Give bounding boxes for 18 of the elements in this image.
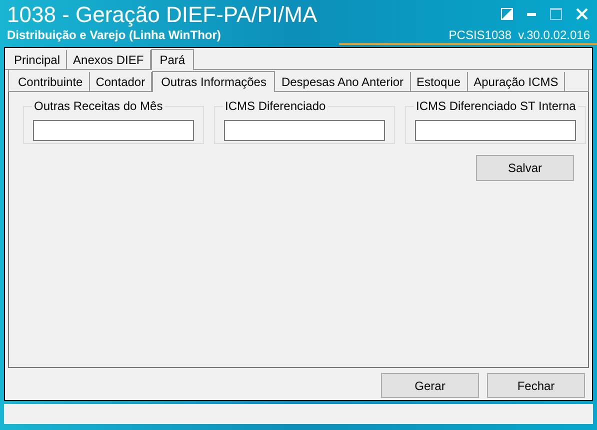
theme-icon[interactable] bbox=[501, 8, 513, 20]
input-field[interactable] bbox=[33, 120, 194, 140]
version-label: PCSIS1038 v.30.0.02.016 bbox=[338, 28, 597, 45]
save-button[interactable]: Salvar bbox=[476, 155, 574, 181]
tab[interactable]: Outras Informações bbox=[152, 71, 276, 92]
window-subtitle: Distribuição e Varejo (Linha WinThor) bbox=[7, 28, 222, 42]
field-label: Outras Receitas do Mês bbox=[32, 99, 165, 113]
footer-button[interactable]: Fechar bbox=[487, 373, 585, 398]
input-field[interactable] bbox=[224, 120, 385, 140]
footer-button[interactable]: Gerar bbox=[381, 373, 479, 398]
maximize-icon[interactable] bbox=[550, 8, 562, 20]
field-label: ICMS Diferenciado ST Interna bbox=[414, 99, 578, 113]
field-label: ICMS Diferenciado bbox=[223, 99, 328, 113]
window-title: 1038 - Geração DIEF-PA/PI/MA bbox=[7, 2, 318, 28]
close-icon[interactable] bbox=[576, 8, 588, 20]
minimize-icon[interactable] bbox=[527, 12, 536, 16]
input-field[interactable] bbox=[415, 120, 576, 140]
tab[interactable]: Pará bbox=[150, 49, 194, 70]
